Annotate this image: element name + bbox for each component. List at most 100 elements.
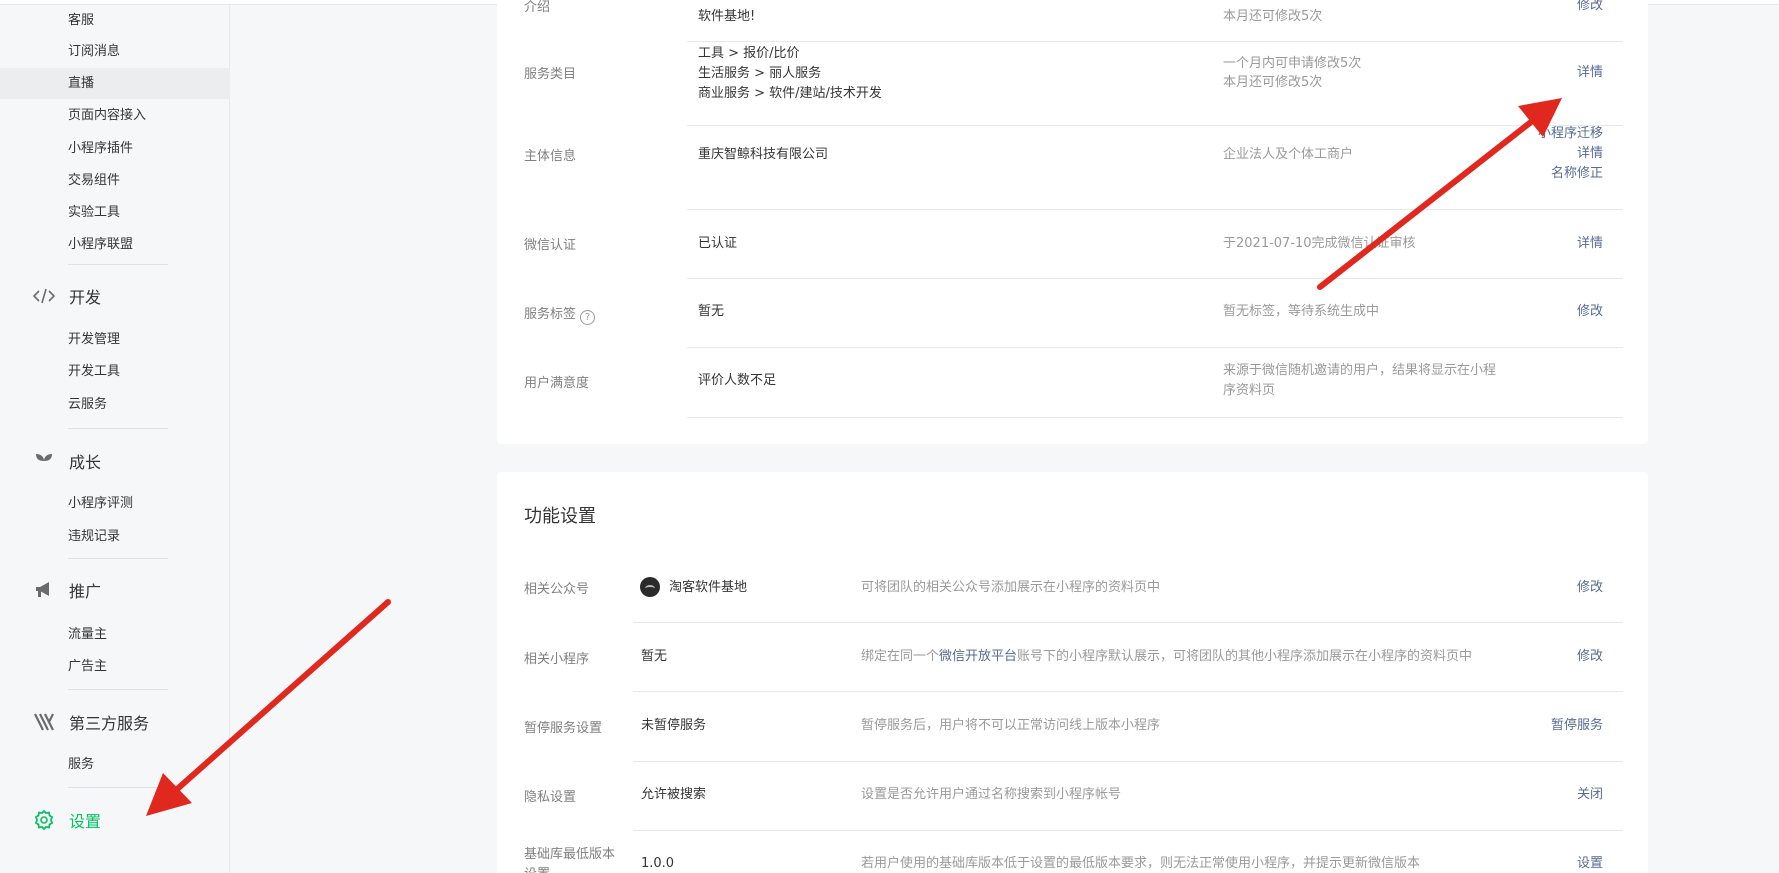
row-desc: 来源于微信随机邀请的用户，结果将显示在小程 bbox=[1223, 363, 1497, 378]
sidebar-item-trade-component[interactable]: 交易组件 bbox=[0, 165, 230, 196]
sidebar-group-dev[interactable]: 开发 bbox=[32, 281, 101, 311]
gear-icon bbox=[32, 808, 56, 832]
row-desc: 本月还可修改5次 bbox=[1223, 9, 1323, 24]
row-value: 已认证 bbox=[698, 236, 738, 251]
row-divider bbox=[633, 761, 1623, 762]
sidebar-group-label: 推广 bbox=[69, 582, 102, 601]
sidebar-group-label: 第三方服务 bbox=[69, 714, 150, 733]
sidebar-item-violation[interactable]: 违规记录 bbox=[0, 521, 230, 552]
row-divider bbox=[687, 125, 1623, 126]
sidebar-item-cloud[interactable]: 云服务 bbox=[0, 389, 230, 420]
name-correct-link[interactable]: 名称修正 bbox=[1538, 164, 1603, 184]
row-value: 评价人数不足 bbox=[698, 373, 777, 388]
megaphone-icon bbox=[32, 578, 56, 602]
migrate-link[interactable]: 小程序迁移 bbox=[1538, 124, 1603, 144]
row-desc: 若用户使用的基础库版本低于设置的最低版本要求，则无法正常使用小程序，并提示更新微… bbox=[861, 856, 1421, 871]
row-desc: 设置是否允许用户通过名称搜索到小程序帐号 bbox=[861, 787, 1122, 802]
row-value: 暂无 bbox=[641, 649, 668, 664]
row-desc: 企业法人及个体工商户 bbox=[1223, 147, 1354, 162]
row-label: 隐私设置 bbox=[524, 790, 577, 805]
row-divider bbox=[687, 417, 1623, 418]
sidebar-item-dev-manage[interactable]: 开发管理 bbox=[0, 324, 230, 355]
modify-intro-link[interactable]: 修改 bbox=[1577, 0, 1603, 16]
row-label: 服务类目 bbox=[524, 67, 577, 82]
sidebar-item-experiment[interactable]: 实验工具 bbox=[0, 197, 230, 228]
row-label: 设置 bbox=[524, 863, 550, 873]
sidebar-group-third-party[interactable]: 第三方服务 bbox=[32, 707, 149, 737]
sprout-icon bbox=[32, 449, 56, 473]
sidebar-item-live[interactable]: 直播 bbox=[0, 68, 230, 99]
code-icon bbox=[32, 284, 56, 308]
row-value: 未暂停服务 bbox=[641, 718, 707, 733]
row-desc: 暂无标签，等待系统生成中 bbox=[1223, 304, 1380, 319]
row-desc: 暂停服务后，用户将不可以正常访问线上版本小程序 bbox=[861, 718, 1161, 733]
row-desc: 序资料页 bbox=[1223, 383, 1276, 398]
subject-detail-link[interactable]: 详情 bbox=[1538, 144, 1603, 164]
sidebar-group-label: 设置 bbox=[69, 812, 102, 831]
sidebar-divider bbox=[68, 558, 168, 559]
row-divider bbox=[687, 41, 1623, 42]
row-desc: 一个月内可申请修改5次 bbox=[1223, 56, 1362, 71]
row-label: 主体信息 bbox=[524, 149, 577, 164]
subject-actions: 小程序迁移 详情 名称修正 bbox=[1538, 124, 1603, 184]
row-label: 用户满意度 bbox=[524, 376, 590, 391]
sidebar-item-dev-tools[interactable]: 开发工具 bbox=[0, 356, 230, 387]
row-divider bbox=[687, 278, 1623, 279]
row-value: 淘客软件基地 bbox=[669, 580, 748, 595]
row-label: 基础库最低版本 bbox=[524, 847, 616, 862]
sidebar-divider bbox=[68, 689, 168, 690]
category-2: 生活服务 > 丽人服务 bbox=[698, 66, 822, 81]
sidebar-item-service[interactable]: 服务 bbox=[0, 749, 230, 780]
open-platform-link[interactable]: 微信开放平台 bbox=[939, 649, 1017, 664]
row-label: 服务标签? bbox=[524, 303, 596, 325]
row-label: 微信认证 bbox=[524, 238, 577, 253]
row-label: 介绍 bbox=[524, 0, 551, 15]
row-value: 重庆智鲸科技有限公司 bbox=[698, 147, 829, 162]
category-3: 商业服务 > 软件/建站/技术开发 bbox=[698, 86, 882, 101]
official-account-avatar bbox=[640, 577, 660, 597]
sidebar-item-plugin[interactable]: 小程序插件 bbox=[0, 133, 230, 164]
sidebar-item-page-content[interactable]: 页面内容接入 bbox=[0, 100, 230, 131]
row-value: 1.0.0 bbox=[641, 856, 675, 871]
sidebar-group-growth[interactable]: 成长 bbox=[32, 446, 101, 476]
modify-official-link[interactable]: 修改 bbox=[1577, 578, 1603, 598]
row-divider bbox=[687, 347, 1623, 348]
modify-related-mp-link[interactable]: 修改 bbox=[1577, 647, 1603, 667]
pause-service-link[interactable]: 暂停服务 bbox=[1551, 716, 1603, 736]
cert-detail-link[interactable]: 详情 bbox=[1577, 234, 1603, 254]
sidebar: 客服 订阅消息 直播 页面内容接入 小程序插件 交易组件 实验工具 小程序联盟 … bbox=[0, 5, 230, 873]
row-desc: 绑定在同一个微信开放平台账号下的小程序默认展示，可将团队的其他小程序添加展示在小… bbox=[861, 649, 1473, 664]
sidebar-divider bbox=[68, 428, 168, 429]
category-detail-link[interactable]: 详情 bbox=[1577, 63, 1603, 83]
row-label: 相关公众号 bbox=[524, 582, 590, 597]
modify-tag-link[interactable]: 修改 bbox=[1577, 302, 1603, 322]
sidebar-item-advertiser[interactable]: 广告主 bbox=[0, 651, 230, 682]
basic-info-card: 介绍 软件基地! 本月还可修改5次 修改 服务类目 工具 > 报价/比价 生活服… bbox=[497, 0, 1648, 444]
row-value: 允许被搜索 bbox=[641, 787, 707, 802]
row-divider bbox=[687, 209, 1623, 210]
sidebar-item-alliance[interactable]: 小程序联盟 bbox=[0, 229, 230, 260]
row-value: 软件基地! bbox=[698, 9, 756, 24]
sidebar-item-customer-service[interactable]: 客服 bbox=[0, 5, 230, 36]
sidebar-item-subscribe-message[interactable]: 订阅消息 bbox=[0, 36, 230, 67]
sidebar-group-label: 成长 bbox=[69, 453, 102, 472]
row-desc: 可将团队的相关公众号添加展示在小程序的资料页中 bbox=[861, 580, 1161, 595]
row-divider bbox=[633, 830, 1623, 831]
sidebar-divider bbox=[68, 787, 168, 788]
sidebar-item-publisher[interactable]: 流量主 bbox=[0, 619, 230, 650]
sidebar-divider bbox=[68, 264, 168, 265]
sidebar-group-settings[interactable]: 设置 bbox=[32, 805, 101, 835]
sidebar-group-promo[interactable]: 推广 bbox=[32, 575, 101, 605]
privacy-close-link[interactable]: 关闭 bbox=[1577, 785, 1603, 805]
row-label: 暂停服务设置 bbox=[524, 721, 603, 736]
min-lib-set-link[interactable]: 设置 bbox=[1577, 854, 1603, 873]
row-desc: 于2021-07-10完成微信认证审核 bbox=[1223, 236, 1416, 251]
row-value: 暂无 bbox=[698, 304, 725, 319]
sidebar-group-label: 开发 bbox=[69, 288, 102, 307]
help-icon[interactable]: ? bbox=[580, 310, 596, 325]
row-desc: 本月还可修改5次 bbox=[1223, 75, 1323, 90]
row-divider bbox=[633, 691, 1623, 692]
third-party-icon bbox=[32, 710, 56, 734]
sidebar-item-evaluation[interactable]: 小程序评测 bbox=[0, 488, 230, 519]
category-1: 工具 > 报价/比价 bbox=[698, 46, 800, 61]
